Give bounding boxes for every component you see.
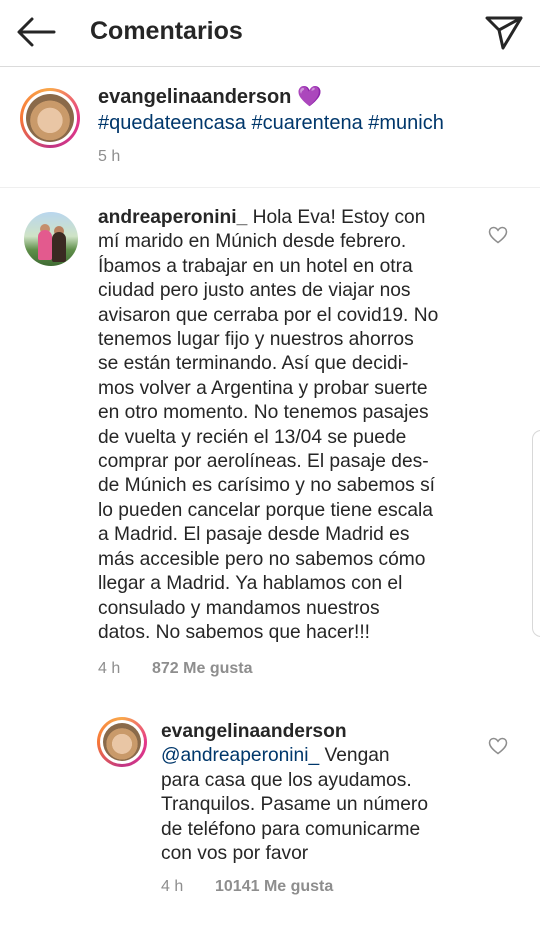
avatar[interactable] xyxy=(97,717,147,767)
hashtag-link[interactable]: #cuarentena xyxy=(251,112,362,134)
purple-heart-emoji: 💜 xyxy=(296,86,322,108)
reply-time: 4 h xyxy=(161,878,184,895)
heart-icon[interactable] xyxy=(488,737,508,755)
top-bar: Comentarios xyxy=(0,0,540,67)
comment-time: 4 h xyxy=(98,660,121,677)
caption-username[interactable]: evangelinaanderson xyxy=(98,86,291,108)
avatar[interactable] xyxy=(24,212,78,266)
reply-username[interactable]: evangelinaanderson xyxy=(161,721,347,742)
paper-plane-icon[interactable] xyxy=(482,10,526,54)
divider xyxy=(0,187,540,188)
edge-panel-handle[interactable] xyxy=(532,430,540,637)
likes-count[interactable]: 872 Me gusta xyxy=(152,660,252,678)
likes-count[interactable]: 10141 Me gusta xyxy=(215,878,333,896)
comment-text: andreaperonini_ Hola Eva! Estoy con mí m… xyxy=(98,207,439,643)
arrow-left-icon[interactable] xyxy=(14,14,58,50)
avatar[interactable] xyxy=(20,88,80,148)
post-caption: evangelinaanderson 💜 #quedateencasa #cua… xyxy=(98,84,498,136)
page-title: Comentarios xyxy=(90,17,243,45)
hashtag-link[interactable]: #munich xyxy=(368,112,444,134)
heart-icon[interactable] xyxy=(488,226,508,244)
mention-link[interactable]: @andreaperonini_ xyxy=(161,745,319,766)
comment-username[interactable]: andreaperonini_ xyxy=(98,207,247,228)
reply-text: evangelinaanderson @andreaperonini_ Veng… xyxy=(161,721,428,865)
post-time: 5 h xyxy=(98,148,121,165)
hashtag-link[interactable]: #quedateencasa xyxy=(98,112,246,134)
